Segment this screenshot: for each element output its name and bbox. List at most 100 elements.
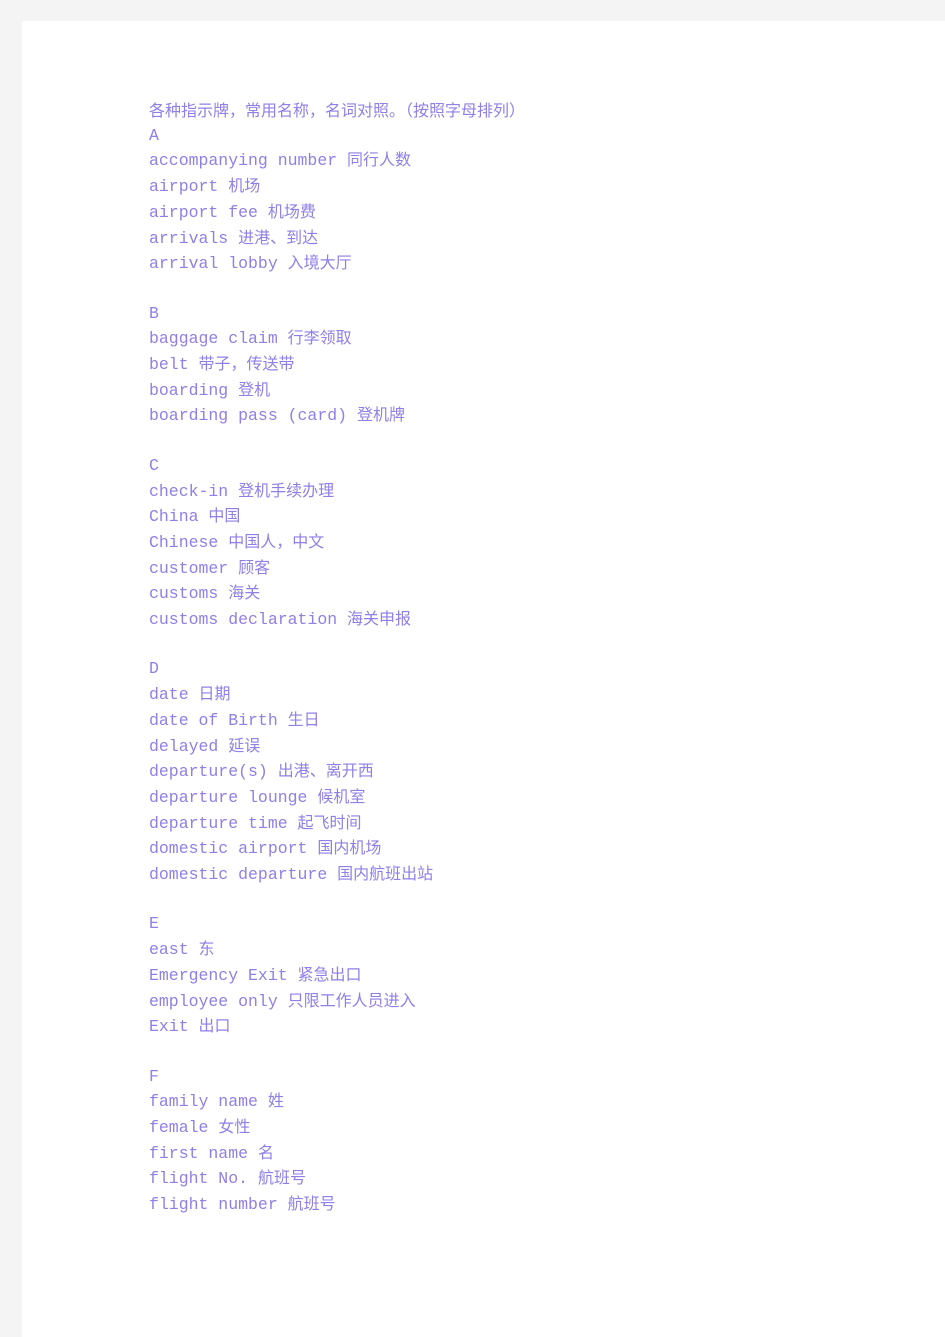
- glossary-entry: domestic airport 国内机场: [149, 836, 909, 862]
- glossary-term: airport: [149, 177, 219, 197]
- glossary-entry: flight number 航班号: [149, 1192, 909, 1218]
- glossary-entry: customs declaration 海关申报: [149, 607, 909, 633]
- glossary-term: domestic airport: [149, 839, 308, 859]
- glossary-entry: delayed 延误: [149, 734, 909, 760]
- glossary-gloss: 名: [257, 1142, 274, 1162]
- glossary-gloss: 带子，传送带: [198, 354, 295, 374]
- glossary-term: arrival lobby: [149, 254, 278, 274]
- glossary-term: east: [149, 940, 189, 960]
- glossary-term: Emergency Exit: [149, 965, 288, 985]
- section-letter-d: D: [149, 659, 159, 679]
- glossary-gloss: 海关申报: [347, 609, 412, 629]
- glossary-gloss: 行李领取: [287, 328, 352, 348]
- glossary-entry: east 东: [149, 937, 909, 963]
- glossary-gloss: 顾客: [238, 557, 271, 577]
- glossary-term: airport fee: [149, 202, 258, 222]
- glossary-gloss: 日期: [198, 684, 231, 704]
- glossary-entry: boarding 登机: [149, 378, 909, 404]
- glossary-term: flight number: [149, 1195, 278, 1215]
- glossary-gloss: 机场费: [267, 201, 316, 221]
- glossary-entry: date of Birth 生日: [149, 708, 909, 734]
- glossary-gloss: 国内航班出站: [337, 864, 434, 884]
- glossary-entry: arrivals 进港、到达: [149, 226, 909, 252]
- glossary-gloss: 紧急出口: [297, 964, 362, 984]
- section-letter-e: E: [149, 914, 159, 934]
- glossary-term: first name: [149, 1143, 249, 1163]
- glossary-term: boarding pass (card): [149, 406, 348, 426]
- glossary-gloss: 起飞时间: [297, 812, 362, 832]
- glossary-gloss: 同行人数: [347, 150, 412, 170]
- section-letter-b: B: [149, 303, 159, 323]
- glossary-entry: customer 顾客: [149, 556, 909, 582]
- glossary-entry: Emergency Exit 紧急出口: [149, 963, 909, 989]
- glossary-term: Exit: [149, 1017, 189, 1037]
- glossary-gloss: 候机室: [317, 786, 366, 806]
- glossary-term: accompanying number: [149, 151, 338, 171]
- glossary-term: employee only: [149, 991, 278, 1011]
- glossary-gloss: 只限工作人员进入: [287, 990, 416, 1010]
- glossary-term: flight No.: [149, 1169, 249, 1189]
- glossary-gloss: 入境大厅: [287, 253, 352, 273]
- glossary-entry: accompanying number 同行人数: [149, 148, 909, 174]
- glossary-entry: arrival lobby 入境大厅: [149, 251, 909, 277]
- glossary-entry: domestic departure 国内航班出站: [149, 862, 909, 888]
- glossary-gloss: 航班号: [257, 1168, 306, 1188]
- section-letter-c: C: [149, 455, 159, 475]
- glossary-term: arrivals: [149, 228, 229, 248]
- glossary-term: date of Birth: [149, 710, 278, 730]
- glossary-entry: China 中国: [149, 504, 909, 530]
- glossary-term: date: [149, 685, 189, 705]
- glossary-term: delayed: [149, 736, 219, 756]
- glossary-entry: airport 机场: [149, 174, 909, 200]
- glossary-gloss: 登机牌: [356, 405, 405, 425]
- glossary-entry: female 女性: [149, 1115, 909, 1141]
- glossary-gloss: 生日: [287, 709, 320, 729]
- document-page: 各种指示牌，常用名称，名词对照。（按照字母排列） Aaccompanying nu…: [22, 21, 945, 1337]
- glossary-gloss: 中国人，中文: [228, 531, 325, 551]
- glossary-term: check-in: [149, 481, 229, 501]
- glossary-gloss: 出港、离开西: [277, 761, 374, 781]
- glossary-term: family name: [149, 1092, 258, 1112]
- glossary-entry: departure time 起飞时间: [149, 811, 909, 837]
- glossary-term: domestic departure: [149, 865, 328, 885]
- glossary-entry: boarding pass (card) 登机牌: [149, 403, 909, 429]
- section-letter-a: A: [149, 125, 159, 145]
- glossary-entry: baggage claim 行李领取: [149, 326, 909, 352]
- glossary-entry: Exit 出口: [149, 1014, 909, 1040]
- glossary-gloss: 女性: [218, 1117, 251, 1137]
- glossary-entry: date 日期: [149, 682, 909, 708]
- glossary-entry: first name 名: [149, 1141, 909, 1167]
- glossary-gloss: 延误: [228, 735, 261, 755]
- glossary-term: customs declaration: [149, 610, 338, 630]
- glossary-gloss: 东: [198, 939, 215, 959]
- glossary-term: baggage claim: [149, 329, 278, 349]
- glossary-gloss: 进港、到达: [238, 227, 319, 247]
- glossary-entry: customs 海关: [149, 581, 909, 607]
- glossary-entry: family name 姓: [149, 1089, 909, 1115]
- glossary-gloss: 登机手续办理: [238, 480, 335, 500]
- glossary-term: Chinese: [149, 532, 219, 552]
- glossary-term: customs: [149, 584, 219, 604]
- glossary-gloss: 国内机场: [317, 838, 382, 858]
- section-letter-f: F: [149, 1066, 159, 1086]
- glossary-term: departure time: [149, 813, 288, 833]
- glossary-entry: employee only 只限工作人员进入: [149, 989, 909, 1015]
- glossary-term: departure lounge: [149, 787, 308, 807]
- glossary-entry: departure lounge 候机室: [149, 785, 909, 811]
- glossary-entry: belt 带子，传送带: [149, 352, 909, 378]
- glossary-entry: airport fee 机场费: [149, 200, 909, 226]
- glossary-entry: Chinese 中国人，中文: [149, 530, 909, 556]
- glossary-gloss: 出口: [198, 1016, 231, 1036]
- glossary-term: customer: [149, 558, 229, 578]
- glossary-text-column: 各种指示牌，常用名称，名词对照。（按照字母排列） Aaccompanying nu…: [149, 99, 909, 1218]
- glossary-entry: departure(s) 出港、离开西: [149, 759, 909, 785]
- glossary-term: boarding: [149, 380, 229, 400]
- glossary-term: departure(s): [149, 762, 268, 782]
- glossary-gloss: 姓: [267, 1091, 284, 1111]
- glossary-gloss: 中国: [208, 506, 241, 526]
